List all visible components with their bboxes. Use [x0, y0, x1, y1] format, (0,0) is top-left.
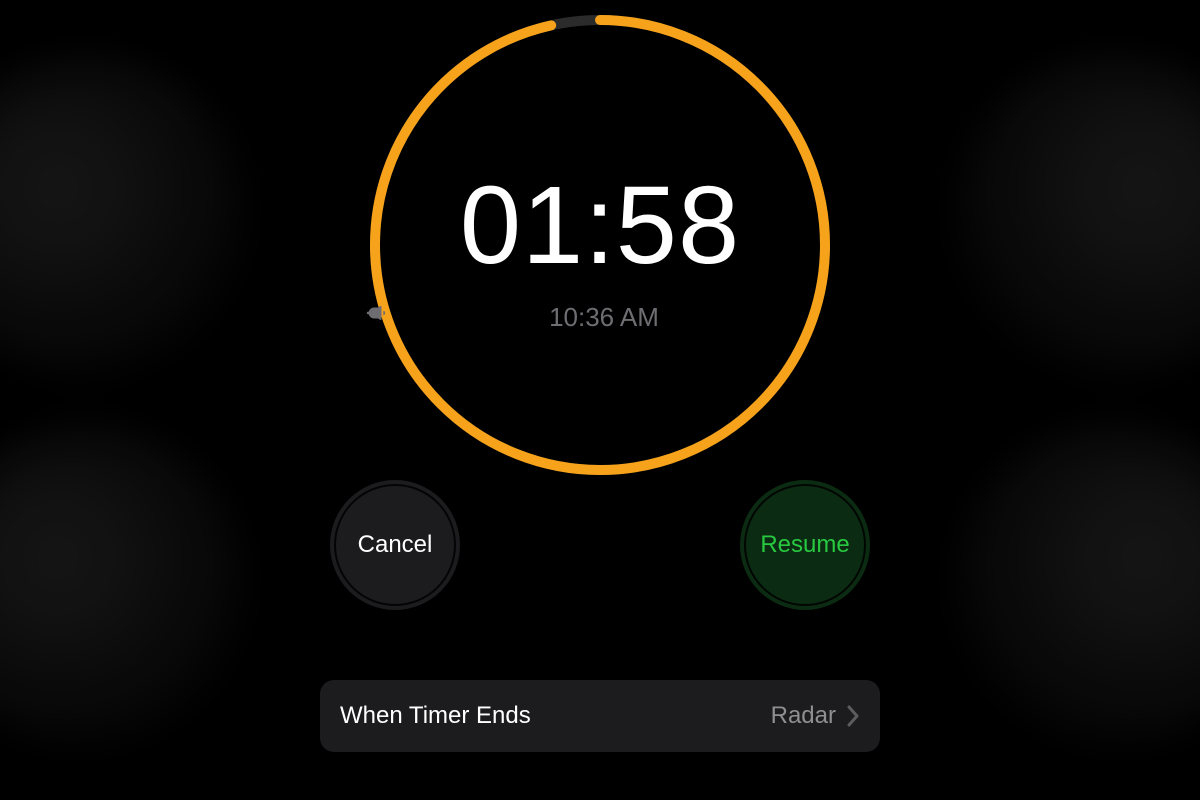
when-timer-ends-label: When Timer Ends: [340, 702, 771, 730]
cancel-button-label: Cancel: [358, 531, 433, 559]
when-timer-ends-row[interactable]: When Timer Ends Radar: [320, 680, 880, 752]
background-blur-left: [0, 0, 270, 800]
background-blur-right: [930, 0, 1200, 800]
chevron-right-icon: [846, 705, 860, 727]
cancel-button[interactable]: Cancel: [330, 480, 460, 610]
resume-button[interactable]: Resume: [740, 480, 870, 610]
end-time-text: 10:36 AM: [549, 302, 659, 332]
time-remaining: 01:58: [365, 162, 835, 289]
resume-button-label: Resume: [760, 531, 849, 559]
timer-ring: 01:58 10:36 AM: [365, 10, 835, 480]
timer-screen: 01:58 10:36 AM Cancel Resume When Timer …: [300, 0, 900, 800]
end-time-row: 10:36 AM: [365, 302, 835, 333]
when-timer-ends-value: Radar: [771, 702, 836, 730]
screenshot-stage: 01:58 10:36 AM Cancel Resume When Timer …: [0, 0, 1200, 800]
